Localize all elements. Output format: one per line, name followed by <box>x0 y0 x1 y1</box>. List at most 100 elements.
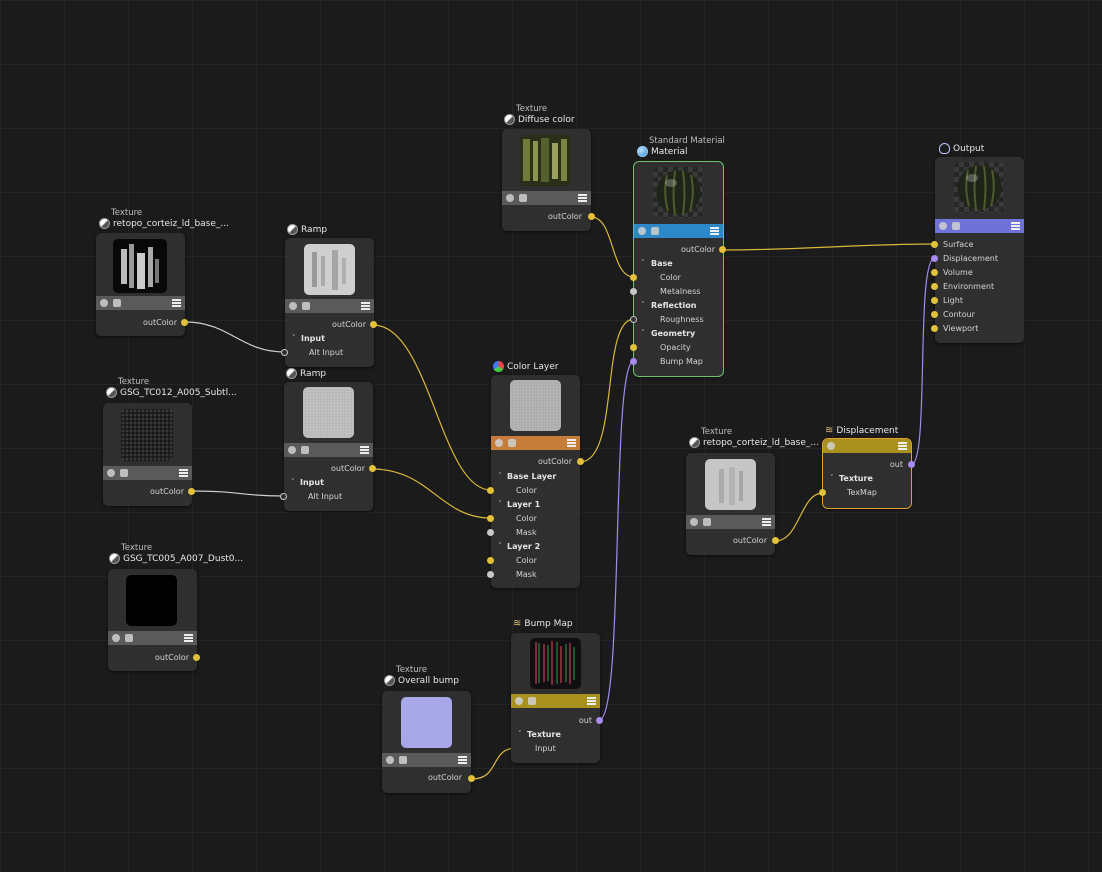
chevron-down-icon[interactable]: ˅ <box>292 334 296 342</box>
menu-icon[interactable] <box>710 227 719 235</box>
input-port-viewport[interactable] <box>931 325 938 332</box>
input-port[interactable] <box>487 487 494 494</box>
color-layer-node[interactable]: outColor ˅ Base Layer Color ˅ Layer 1 Co… <box>487 375 584 588</box>
input-port-displacement[interactable] <box>931 255 938 262</box>
menu-icon[interactable] <box>360 446 369 454</box>
ramp-thumbnail <box>304 244 355 295</box>
texture-thumbnail <box>401 697 452 748</box>
wire-tex4-displacement <box>774 492 824 542</box>
wire-diffuse-material <box>590 216 635 278</box>
output-icon <box>939 143 950 154</box>
bumpmap-title: ≋ Bump Map <box>513 618 573 630</box>
input-port[interactable] <box>630 316 637 323</box>
output-port[interactable] <box>719 246 726 253</box>
node-toolbar[interactable] <box>284 443 373 457</box>
chevron-down-icon[interactable]: ˅ <box>498 472 502 480</box>
chevron-down-icon[interactable]: ˅ <box>641 329 645 337</box>
output-port[interactable] <box>772 537 779 544</box>
menu-icon[interactable] <box>361 302 370 310</box>
input-port[interactable] <box>819 489 826 496</box>
menu-icon[interactable] <box>1011 222 1020 230</box>
output-port[interactable] <box>181 319 188 326</box>
menu-icon[interactable] <box>179 469 188 477</box>
chevron-down-icon[interactable]: ˅ <box>641 259 645 267</box>
displacement-icon: ≋ <box>825 425 834 436</box>
menu-icon[interactable] <box>184 634 193 642</box>
texture-icon <box>689 437 700 448</box>
node-toolbar[interactable] <box>285 299 374 313</box>
output-port[interactable] <box>370 321 377 328</box>
texture-icon <box>384 675 395 686</box>
input-port-environment[interactable] <box>931 283 938 290</box>
ramp-node-2[interactable]: outColor ˅ Input Alt Input <box>280 382 376 511</box>
texture-icon <box>106 387 117 398</box>
input-port[interactable] <box>487 529 494 536</box>
node-toolbar[interactable] <box>686 515 775 529</box>
texture-node-2[interactable]: outColor <box>103 403 195 506</box>
tex1-title: Texture retopo_corteiz_ld_base_... <box>99 208 229 229</box>
node-toolbar[interactable] <box>103 466 192 480</box>
chevron-down-icon[interactable]: ˅ <box>498 500 502 508</box>
texture-node-3[interactable]: outColor <box>108 569 200 671</box>
menu-icon[interactable] <box>898 442 907 450</box>
input-port-contour[interactable] <box>931 311 938 318</box>
chevron-down-icon[interactable]: ˅ <box>641 301 645 309</box>
input-port[interactable] <box>281 349 288 356</box>
input-port[interactable] <box>487 515 494 522</box>
node-toolbar[interactable] <box>108 631 197 645</box>
input-port[interactable] <box>630 274 637 281</box>
output-port-label: out <box>578 716 592 725</box>
node-toolbar[interactable] <box>823 439 911 453</box>
menu-icon[interactable] <box>172 299 181 307</box>
ramp-node-1[interactable]: outColor ˅ Input Alt Input <box>281 238 377 367</box>
chevron-down-icon[interactable]: ˅ <box>518 730 522 738</box>
menu-icon[interactable] <box>567 439 576 447</box>
output-node[interactable]: Surface Displacement Volume Environment … <box>931 157 1024 343</box>
input-port[interactable] <box>630 344 637 351</box>
input-port[interactable] <box>487 571 494 578</box>
output-port[interactable] <box>596 717 603 724</box>
texture-node-bump[interactable]: outColor <box>382 691 475 793</box>
chevron-down-icon[interactable]: ˅ <box>291 478 295 486</box>
chevron-down-icon[interactable]: ˅ <box>498 542 502 550</box>
wire-material-output <box>722 243 936 251</box>
input-port[interactable] <box>630 288 637 295</box>
node-toolbar[interactable] <box>382 753 471 767</box>
output-port[interactable] <box>908 461 915 468</box>
standard-material-node[interactable]: outColor ˅ Base Color Metalness ˅ Reflec… <box>630 161 726 377</box>
node-toolbar[interactable] <box>96 296 185 310</box>
input-port[interactable] <box>487 557 494 564</box>
output-port-label: outColor <box>143 318 177 327</box>
texture-node-diffuse[interactable]: outColor <box>502 129 595 231</box>
texture-thumbnail <box>705 459 756 510</box>
displacement-node[interactable]: out ˅ Texture TexMap <box>819 438 915 509</box>
output-port-label: outColor <box>548 212 582 221</box>
chevron-down-icon[interactable]: ˅ <box>830 474 834 482</box>
input-port-light[interactable] <box>931 297 938 304</box>
output-port[interactable] <box>577 458 584 465</box>
menu-icon[interactable] <box>458 756 467 764</box>
texture-icon <box>109 553 120 564</box>
node-toolbar[interactable] <box>634 224 723 238</box>
node-toolbar[interactable] <box>935 219 1024 233</box>
input-port[interactable] <box>630 358 637 365</box>
input-port-surface[interactable] <box>931 241 938 248</box>
input-port-volume[interactable] <box>931 269 938 276</box>
menu-icon[interactable] <box>587 697 596 705</box>
output-port[interactable] <box>369 465 376 472</box>
input-port[interactable] <box>280 493 287 500</box>
output-port[interactable] <box>468 775 475 782</box>
bump-map-node[interactable]: out ˅ Texture Input <box>511 633 603 763</box>
menu-icon[interactable] <box>762 518 771 526</box>
node-toolbar[interactable] <box>502 191 591 205</box>
output-port[interactable] <box>188 488 195 495</box>
output-port-label: outColor <box>733 536 767 545</box>
menu-icon[interactable] <box>578 194 587 202</box>
node-toolbar[interactable] <box>511 694 600 708</box>
output-port[interactable] <box>588 213 595 220</box>
texture-node-1[interactable]: outColor <box>96 233 188 336</box>
texture-node-4[interactable]: outColor <box>686 453 779 555</box>
node-toolbar[interactable] <box>491 436 580 450</box>
wire-bumpmap-material <box>598 360 635 721</box>
output-port[interactable] <box>193 654 200 661</box>
